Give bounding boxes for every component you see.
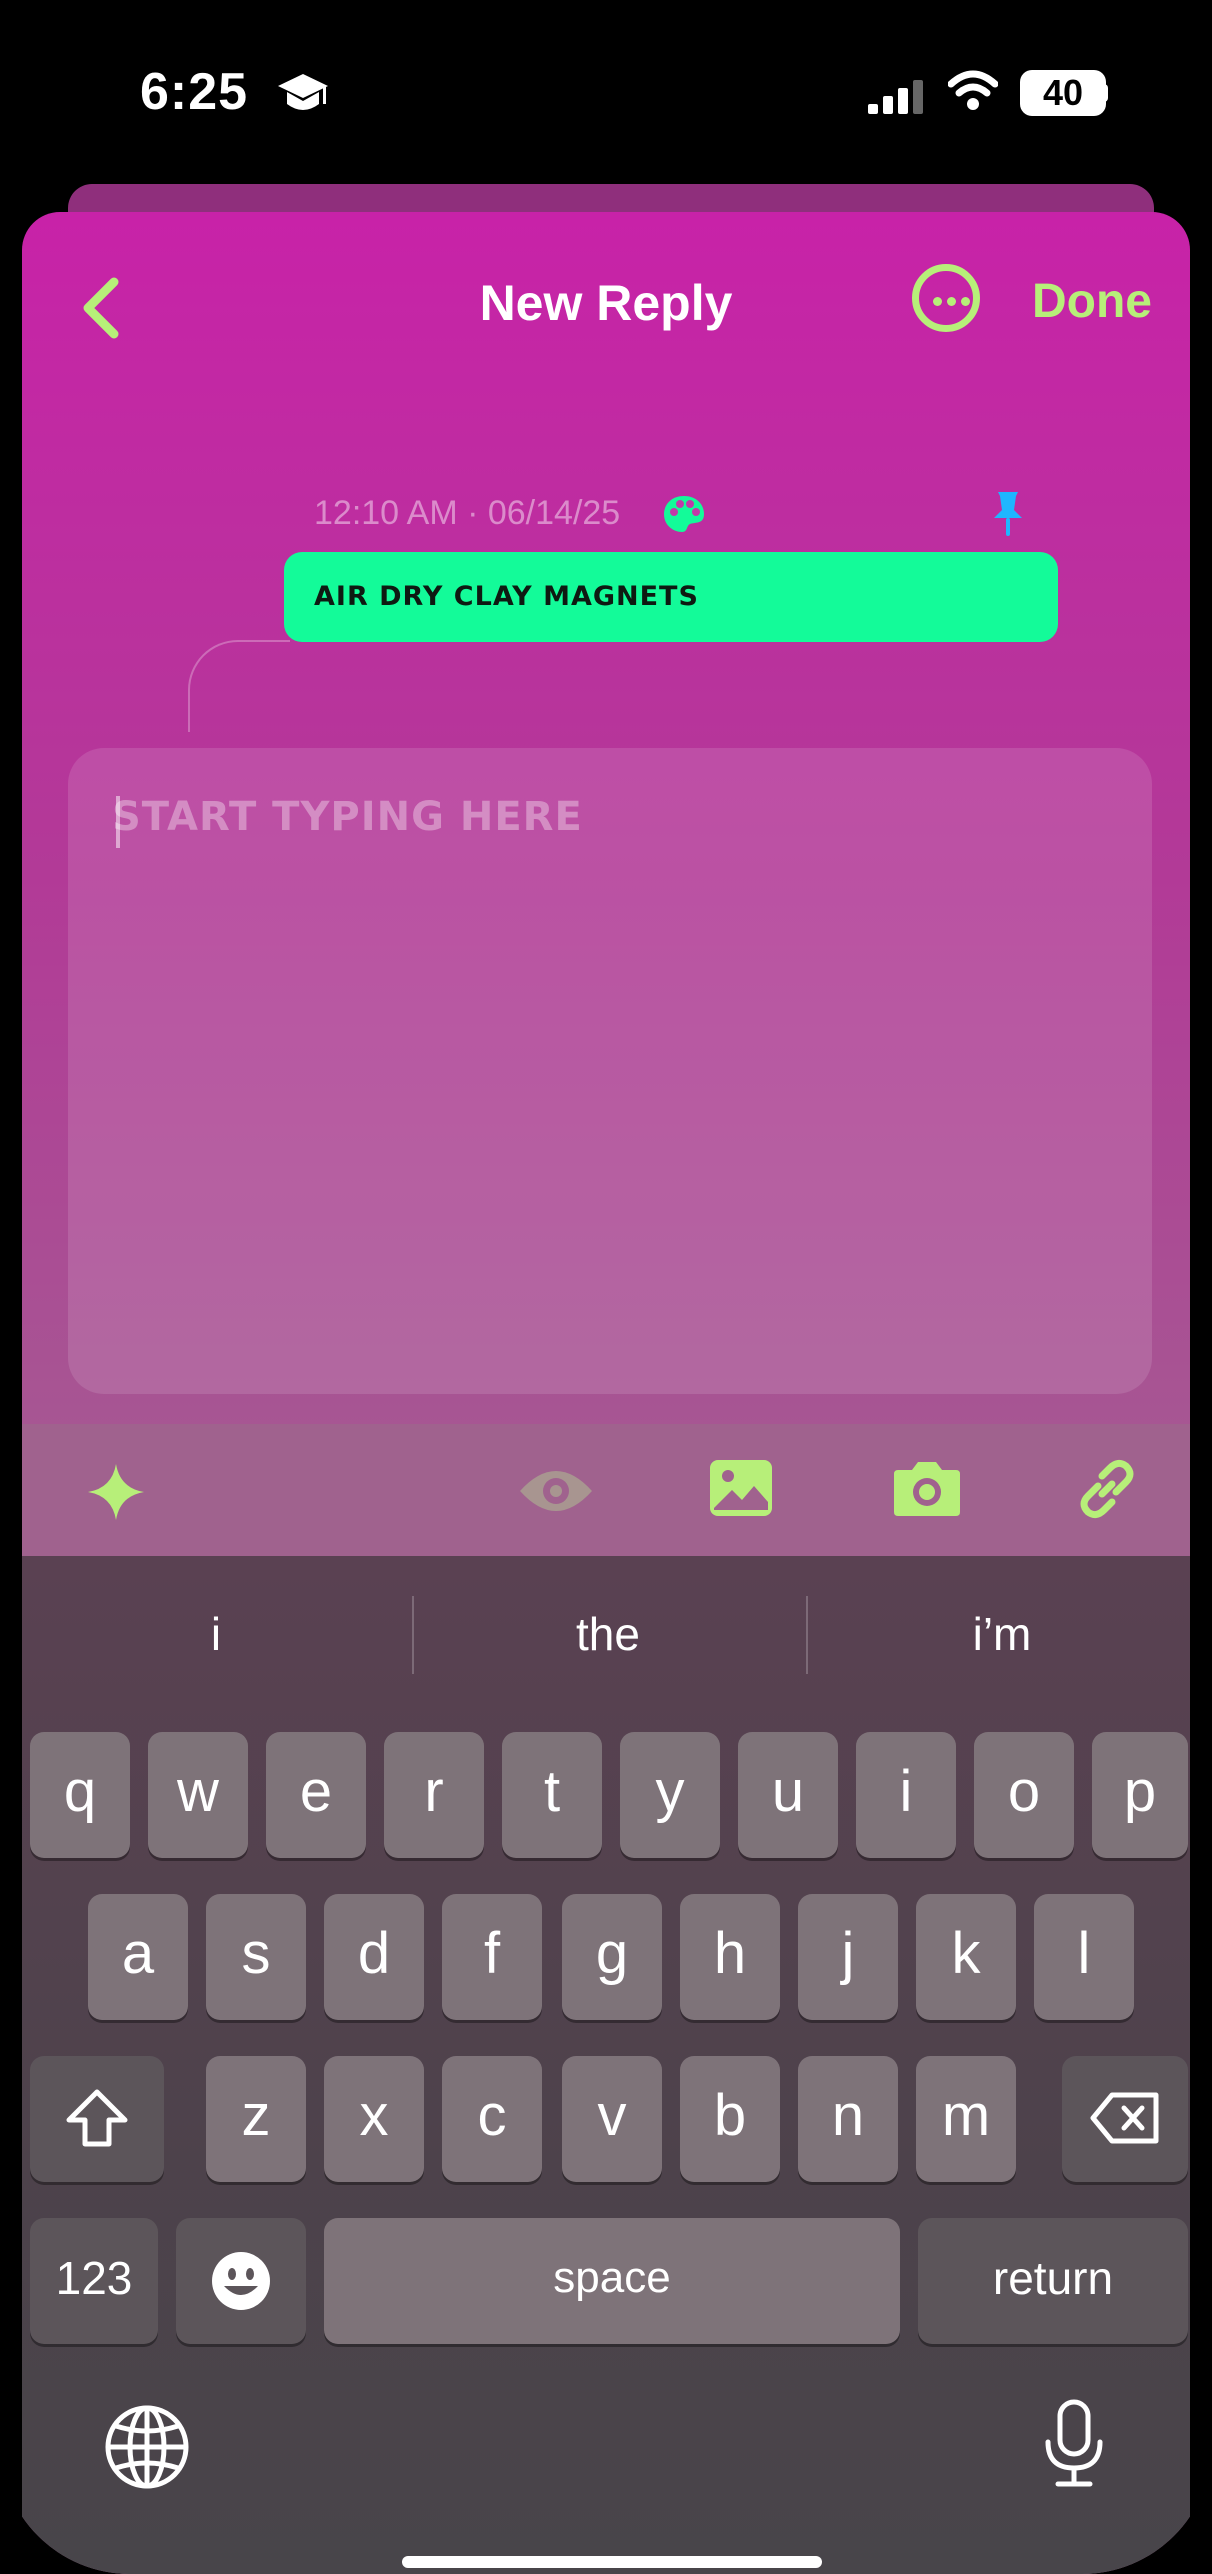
key-i[interactable]: i xyxy=(856,1732,956,1858)
return-key[interactable]: return xyxy=(918,2218,1188,2344)
key-s[interactable]: s xyxy=(206,1894,306,2020)
status-time: 6:25 xyxy=(140,63,249,121)
pin-icon[interactable] xyxy=(990,490,1026,543)
key-d[interactable]: d xyxy=(324,1894,424,2020)
key-f[interactable]: f xyxy=(442,1894,542,2020)
emoji-key[interactable] xyxy=(176,2218,306,2344)
done-button[interactable]: Done xyxy=(1032,274,1152,329)
phone-screen: 6:25 40 New Reply Done 12:10 AM · 06/14/… xyxy=(0,0,1212,2574)
link-icon[interactable] xyxy=(1074,1456,1140,1527)
key-t[interactable]: t xyxy=(502,1732,602,1858)
wifi-icon xyxy=(947,70,999,117)
reply-sheet: New Reply Done 12:10 AM · 06/14/25 AIR D… xyxy=(22,212,1190,2574)
shift-icon xyxy=(66,2089,128,2147)
battery-tip xyxy=(1100,84,1108,102)
shift-key[interactable] xyxy=(30,2056,164,2182)
space-key[interactable]: space xyxy=(324,2218,900,2344)
image-icon[interactable] xyxy=(708,1458,774,1523)
key-j[interactable]: j xyxy=(798,1894,898,2020)
key-x[interactable]: x xyxy=(324,2056,424,2182)
key-c[interactable]: c xyxy=(442,2056,542,2182)
palette-icon[interactable] xyxy=(662,494,706,539)
key-v[interactable]: v xyxy=(562,2056,662,2182)
page-title: New Reply xyxy=(479,275,733,331)
camera-icon[interactable] xyxy=(892,1458,962,1523)
more-dot xyxy=(933,297,942,306)
key-w[interactable]: w xyxy=(148,1732,248,1858)
battery-icon: 40 xyxy=(1020,70,1106,116)
microphone-icon[interactable] xyxy=(1042,2398,1106,2495)
thread-connector xyxy=(188,640,290,732)
key-k[interactable]: k xyxy=(916,1894,1016,2020)
key-o[interactable]: o xyxy=(974,1732,1074,1858)
key-q[interactable]: q xyxy=(30,1732,130,1858)
reply-placeholder: START TYPING HERE xyxy=(112,794,583,840)
key-p[interactable]: p xyxy=(1092,1732,1188,1858)
cellular-signal-icon xyxy=(868,80,924,119)
delete-key[interactable] xyxy=(1062,2056,1188,2182)
home-indicator xyxy=(402,2556,822,2568)
message-bubble[interactable]: AIR DRY CLAY MAGNETS xyxy=(284,552,1058,642)
more-dot xyxy=(947,297,956,306)
eye-icon[interactable] xyxy=(518,1466,594,1521)
numbers-key[interactable]: 123 xyxy=(30,2218,158,2344)
status-bar: 6:25 40 xyxy=(0,0,1212,185)
key-h[interactable]: h xyxy=(680,1894,780,2020)
key-l[interactable]: l xyxy=(1034,1894,1134,2020)
sparkle-icon[interactable] xyxy=(86,1462,146,1527)
key-a[interactable]: a xyxy=(88,1894,188,2020)
key-b[interactable]: b xyxy=(680,2056,780,2182)
editor-toolbar xyxy=(22,1424,1190,1556)
globe-icon[interactable] xyxy=(104,2404,190,2495)
more-dot xyxy=(961,297,970,306)
key-n[interactable]: n xyxy=(798,2056,898,2182)
suggestion-1[interactable]: i xyxy=(22,1556,410,1712)
key-z[interactable]: z xyxy=(206,2056,306,2182)
keyboard: i the i’m q w e r t y u i o p a s d f g … xyxy=(22,1556,1190,2574)
key-g[interactable]: g xyxy=(562,1894,662,2020)
reply-text-area[interactable]: START TYPING HERE xyxy=(68,748,1152,1394)
message-timestamp: 12:10 AM · 06/14/25 xyxy=(314,494,621,532)
emoji-icon xyxy=(212,2252,270,2310)
key-r[interactable]: r xyxy=(384,1732,484,1858)
key-u[interactable]: u xyxy=(738,1732,838,1858)
suggestion-3[interactable]: i’m xyxy=(808,1556,1190,1712)
key-e[interactable]: e xyxy=(266,1732,366,1858)
key-m[interactable]: m xyxy=(916,2056,1016,2182)
graduation-cap-icon xyxy=(276,70,330,125)
more-options-button[interactable] xyxy=(912,264,980,332)
suggestion-2[interactable]: the xyxy=(414,1556,802,1712)
key-y[interactable]: y xyxy=(620,1732,720,1858)
delete-icon xyxy=(1090,2092,1159,2144)
